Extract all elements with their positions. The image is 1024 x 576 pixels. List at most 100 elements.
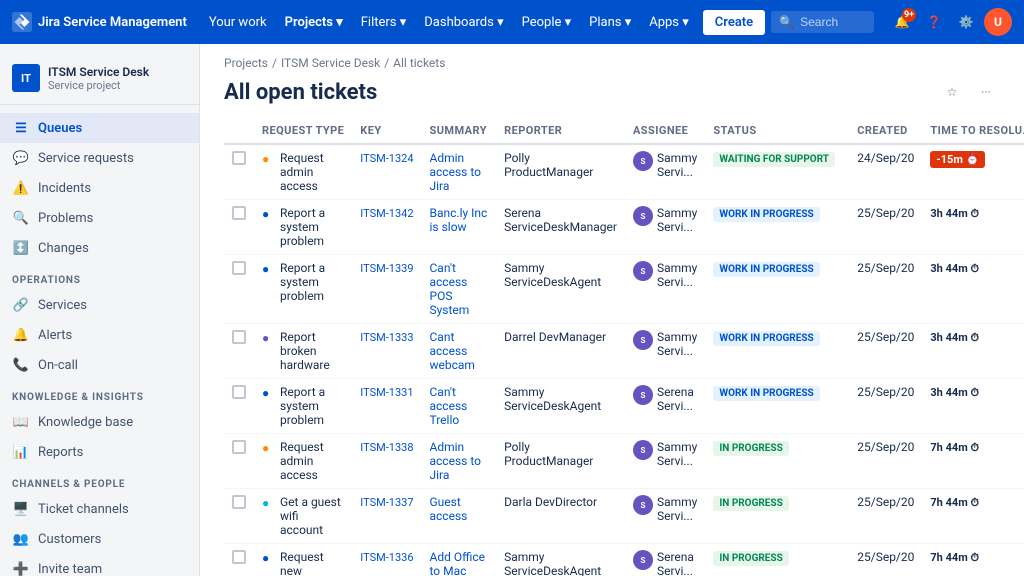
tickets-table: Request Type Key Summary Reporter Assign… bbox=[224, 118, 1024, 576]
row-checkbox[interactable] bbox=[232, 206, 246, 220]
row-checkbox[interactable] bbox=[232, 385, 246, 399]
nav-plans[interactable]: Plans ▾ bbox=[581, 11, 639, 34]
sidebar-item-on-call[interactable]: 📞 On-call bbox=[0, 350, 199, 380]
settings-icon[interactable]: ⚙️ bbox=[952, 8, 980, 36]
section-operations: OPERATIONS bbox=[0, 263, 199, 290]
reporter-cell: Polly ProductManager bbox=[496, 434, 625, 489]
assignee-name: Sammy Servi... bbox=[657, 495, 697, 523]
nav-people[interactable]: People ▾ bbox=[514, 11, 580, 34]
summary-link[interactable]: Can't access POS System bbox=[430, 261, 470, 317]
knowledge-base-icon: 📖 bbox=[12, 413, 30, 431]
key-link[interactable]: ITSM-1338 bbox=[360, 441, 413, 454]
star-icon[interactable]: ☆ bbox=[938, 78, 966, 106]
notifications-icon[interactable]: 🔔 9+ bbox=[888, 8, 916, 36]
breadcrumb-itsm[interactable]: ITSM Service Desk bbox=[281, 56, 380, 70]
row-checkbox[interactable] bbox=[232, 330, 246, 344]
key-link[interactable]: ITSM-1331 bbox=[360, 386, 413, 399]
col-time-resolution[interactable]: Time to resolu... ▲ bbox=[922, 118, 1024, 144]
sidebar-label-incidents: Incidents bbox=[38, 181, 91, 196]
nav-filters[interactable]: Filters ▾ bbox=[353, 11, 415, 34]
key-link[interactable]: ITSM-1339 bbox=[360, 262, 413, 275]
sidebar-item-reports[interactable]: 📊 Reports bbox=[0, 437, 199, 467]
section-channels: CHANNELS & PEOPLE bbox=[0, 467, 199, 494]
col-summary[interactable]: Summary bbox=[422, 118, 497, 144]
app-logo[interactable]: Jira Service Management bbox=[12, 12, 187, 32]
summary-cell: Cant access webcam bbox=[422, 324, 497, 379]
sidebar-item-changes[interactable]: ↕️ Changes bbox=[0, 233, 199, 263]
sidebar-item-invite-team[interactable]: ➕ Invite team bbox=[0, 554, 199, 576]
sidebar-item-knowledge-base[interactable]: 📖 Knowledge base bbox=[0, 407, 199, 437]
assignee-cell: S Sammy Servi... bbox=[625, 255, 705, 324]
summary-link[interactable]: Cant access webcam bbox=[430, 330, 475, 372]
created-date: 25/Sep/20 bbox=[857, 495, 914, 509]
created-cell: 25/Sep/20 bbox=[849, 489, 922, 544]
row-checkbox[interactable] bbox=[232, 261, 246, 275]
sidebar-item-queues[interactable]: ☰ Queues bbox=[0, 113, 199, 143]
summary-cell: Admin access to Jira bbox=[422, 434, 497, 489]
reporter-cell: Serena ServiceDeskManager bbox=[496, 200, 625, 255]
sidebar-item-ticket-channels[interactable]: 🖥️ Ticket channels bbox=[0, 494, 199, 524]
nav-projects[interactable]: Projects ▾ bbox=[277, 11, 351, 34]
row-checkbox[interactable] bbox=[232, 495, 246, 509]
sidebar-item-problems[interactable]: 🔍 Problems bbox=[0, 203, 199, 233]
nav-dashboards[interactable]: Dashboards ▾ bbox=[416, 11, 511, 34]
summary-link[interactable]: Admin access to Jira bbox=[430, 151, 481, 193]
invite-team-icon: ➕ bbox=[12, 560, 30, 576]
more-options-icon[interactable]: ··· bbox=[972, 78, 1000, 106]
nav-your-work[interactable]: Your work bbox=[201, 11, 275, 34]
table-row: ● Request new software ITSM-1336 Add Off… bbox=[224, 544, 1024, 576]
time-normal: 3h 44m ⏱ bbox=[930, 331, 979, 345]
search-input[interactable] bbox=[800, 15, 866, 29]
user-avatar[interactable]: U bbox=[984, 8, 1012, 36]
breadcrumb-projects[interactable]: Projects bbox=[224, 56, 268, 70]
col-status[interactable]: Status bbox=[705, 118, 849, 144]
col-reporter[interactable]: Reporter bbox=[496, 118, 625, 144]
assignee-name: Serena Servi... bbox=[657, 385, 697, 413]
sidebar-item-incidents[interactable]: ⚠️ Incidents bbox=[0, 173, 199, 203]
nav-apps[interactable]: Apps ▾ bbox=[641, 11, 697, 34]
reporter-name: Sammy ServiceDeskAgent bbox=[504, 261, 601, 289]
request-type-label: Report a system problem bbox=[280, 385, 344, 427]
key-link[interactable]: ITSM-1342 bbox=[360, 207, 413, 220]
search-box[interactable]: 🔍 bbox=[771, 11, 874, 33]
status-cell: WORK IN PROGRESS bbox=[705, 255, 849, 324]
time-cell: 3h 44m ⏱ bbox=[922, 255, 1024, 324]
status-badge: WORK IN PROGRESS bbox=[713, 331, 819, 346]
created-cell: 25/Sep/20 bbox=[849, 379, 922, 434]
col-created[interactable]: Created bbox=[849, 118, 922, 144]
summary-link[interactable]: Admin access to Jira bbox=[430, 440, 481, 482]
created-date: 25/Sep/20 bbox=[857, 440, 914, 454]
sidebar-item-customers[interactable]: 👥 Customers bbox=[0, 524, 199, 554]
summary-link[interactable]: Guest access bbox=[430, 495, 468, 523]
main-layout: IT ITSM Service Desk Service project ☰ Q… bbox=[0, 44, 1024, 576]
sidebar: IT ITSM Service Desk Service project ☰ Q… bbox=[0, 44, 200, 576]
help-icon[interactable]: ❓ bbox=[920, 8, 948, 36]
sidebar-item-alerts[interactable]: 🔔 Alerts bbox=[0, 320, 199, 350]
create-button[interactable]: Create bbox=[703, 10, 765, 35]
assignee-cell: S Serena Servi... bbox=[625, 544, 705, 576]
row-checkbox[interactable] bbox=[232, 550, 246, 564]
summary-link[interactable]: Banc.ly Inc is slow bbox=[430, 206, 488, 234]
request-type-icon: ● bbox=[262, 551, 276, 565]
project-icon: IT bbox=[12, 64, 40, 92]
key-link[interactable]: ITSM-1324 bbox=[360, 152, 413, 165]
reporter-cell: Polly ProductManager bbox=[496, 144, 625, 200]
row-checkbox[interactable] bbox=[232, 440, 246, 454]
summary-link[interactable]: Can't access Trello bbox=[430, 385, 468, 427]
col-request-type[interactable]: Request Type bbox=[254, 118, 352, 144]
table-row: ● Get a guest wifi account ITSM-1337 Gue… bbox=[224, 489, 1024, 544]
key-link[interactable]: ITSM-1333 bbox=[360, 331, 413, 344]
status-cell: IN PROGRESS bbox=[705, 434, 849, 489]
key-link[interactable]: ITSM-1336 bbox=[360, 551, 413, 564]
row-checkbox[interactable] bbox=[232, 151, 246, 165]
request-type-icon: ● bbox=[262, 207, 276, 221]
sidebar-item-services[interactable]: 🔗 Services bbox=[0, 290, 199, 320]
sidebar-item-service-requests[interactable]: 💬 Service requests bbox=[0, 143, 199, 173]
time-normal: 7h 44m ⏱ bbox=[930, 441, 979, 455]
col-assignee[interactable]: Assignee bbox=[625, 118, 705, 144]
reporter-name: Serena ServiceDeskManager bbox=[504, 206, 617, 234]
col-key[interactable]: Key bbox=[352, 118, 421, 144]
summary-link[interactable]: Add Office to Mac bbox=[430, 550, 485, 576]
key-link[interactable]: ITSM-1337 bbox=[360, 496, 413, 509]
sidebar-label-problems: Problems bbox=[38, 211, 93, 226]
